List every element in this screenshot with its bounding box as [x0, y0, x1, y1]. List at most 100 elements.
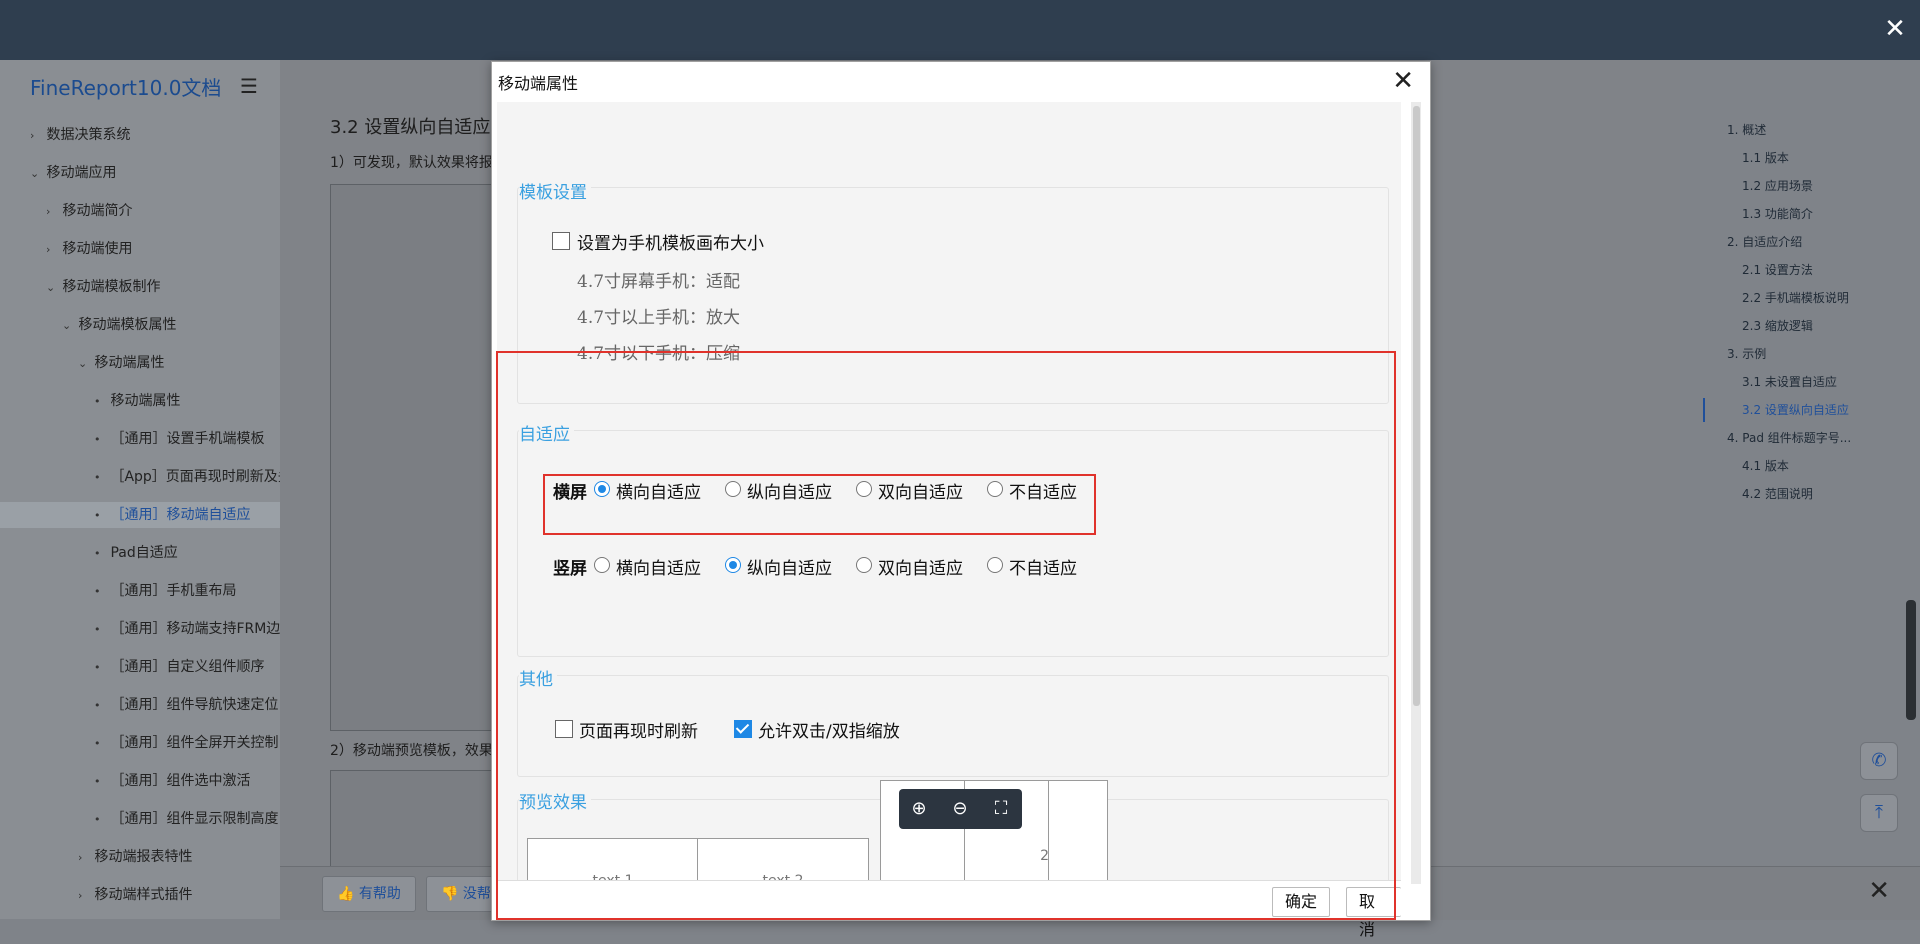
not-helpful-label: 没帮: [462, 886, 491, 902]
menu-icon[interactable]: ☰: [240, 74, 258, 98]
sidebar-item-label: ［通用］移动端自适应: [110, 507, 251, 523]
nav-arrow-icon: •: [94, 775, 101, 788]
toc-item[interactable]: 1.1 版本: [1742, 149, 1789, 166]
sidebar-item-label: ［通用］组件导航快速定位: [110, 697, 279, 713]
phone-icon[interactable]: ✆: [1860, 742, 1898, 780]
zoom-out-icon[interactable]: ⊖: [948, 797, 972, 821]
nav-arrow-icon: ›: [78, 851, 83, 864]
sidebar-item[interactable]: • ［通用］移动端支持FRM边距: [94, 616, 280, 642]
toc-item[interactable]: 3.1 未设置自适应: [1742, 373, 1837, 390]
sidebar-item-label: 移动端模板属性: [78, 317, 177, 333]
sidebar-item-label: 数据决策系统: [46, 127, 131, 143]
sidebar-item-label: 移动端属性: [94, 355, 165, 371]
toc-item[interactable]: 2.1 设置方法: [1742, 261, 1813, 278]
nav-arrow-icon: •: [94, 509, 101, 522]
sidebar-item-label: ［通用］组件全屏开关控制: [110, 735, 279, 751]
sidebar-item-label: Pad自适应: [110, 545, 178, 561]
toc-item[interactable]: 4. Pad 组件标题字号...: [1727, 429, 1851, 446]
back-to-top-icon[interactable]: ⤒: [1860, 794, 1898, 832]
sidebar-item[interactable]: • ［通用］自定义组件顺序: [94, 654, 280, 680]
sidebar-item-label: 移动端模板制作: [62, 279, 161, 295]
toc-item[interactable]: 2.2 手机端模板说明: [1742, 289, 1849, 306]
rule-enlarge: 4.7寸以上手机：放大: [577, 308, 741, 328]
toc-item[interactable]: 2. 自适应介绍: [1727, 233, 1802, 250]
nav-arrow-icon: •: [94, 471, 101, 484]
sidebar-item-label: 移动端应用: [46, 165, 117, 181]
sidebar-item-label: ［通用］组件选中激活: [110, 773, 251, 789]
highlight-portrait-row: [543, 474, 1096, 535]
sidebar-item[interactable]: › 移动端报表特性: [78, 844, 280, 870]
helpful-label: 有帮助: [358, 886, 401, 902]
viewer-top-bar: [0, 0, 1920, 60]
nav-arrow-icon: •: [94, 395, 101, 408]
nav-arrow-icon: •: [94, 661, 101, 674]
dialog-scrollbar-thumb[interactable]: [1413, 106, 1420, 706]
sidebar-item[interactable]: › 移动端使用: [46, 236, 280, 262]
nav-arrow-icon: •: [94, 699, 101, 712]
sidebar-item-label: 移动端简介: [62, 203, 133, 219]
phone-canvas-label: 设置为手机模板画布大小: [577, 234, 764, 254]
doc-paragraph: 2）移动端预览模板，效果: [330, 743, 493, 759]
doc-screenshot[interactable]: [330, 184, 502, 731]
sidebar-item[interactable]: › 移动端简介: [46, 198, 280, 224]
rule-fit: 4.7寸屏幕手机：适配: [577, 272, 741, 292]
thumbs-up-icon: 👍: [337, 886, 355, 902]
close-icon[interactable]: ✕: [1392, 66, 1414, 96]
nav-arrow-icon: ›: [46, 243, 51, 256]
sidebar-item-label: ［通用］手机重布局: [110, 583, 237, 599]
sidebar-item[interactable]: • 移动端属性: [94, 388, 280, 414]
doc-paragraph: 1）可发现，默认效果将报: [330, 155, 493, 171]
sidebar-item[interactable]: • ［App］页面再现时刷新及头: [94, 464, 280, 490]
close-icon[interactable]: ✕: [1868, 876, 1890, 906]
nav-arrow-icon: ⌄: [46, 281, 56, 294]
toc-item[interactable]: 1.2 应用场景: [1742, 177, 1813, 194]
nav-arrow-icon: •: [94, 813, 101, 826]
sidebar-item[interactable]: › 移动端样式插件: [78, 882, 280, 908]
toc-item[interactable]: 3. 示例: [1727, 345, 1766, 362]
sidebar-item[interactable]: ⌄ 移动端应用: [30, 160, 280, 186]
toc-item[interactable]: 4.2 范围说明: [1742, 485, 1813, 502]
sidebar-item-label: 移动端属性: [110, 393, 181, 409]
nav-arrow-icon: ⌄: [62, 319, 72, 332]
page-scrollbar[interactable]: [1906, 600, 1916, 720]
nav-arrow-icon: ⌄: [78, 357, 88, 370]
sidebar-item[interactable]: • ［通用］组件选中激活: [94, 768, 280, 794]
nav-arrow-icon: ›: [78, 889, 83, 902]
toc-item[interactable]: 3.2 设置纵向自适应: [1742, 401, 1849, 418]
sidebar-item[interactable]: • Pad自适应: [94, 540, 280, 566]
image-zoom-toolbar: ⊕ ⊖ ⛶: [899, 789, 1022, 829]
sidebar-item[interactable]: • ［通用］手机重布局: [94, 578, 280, 604]
template-section-title: 模板设置: [519, 178, 591, 203]
sidebar-item[interactable]: • ［通用］组件全屏开关控制: [94, 730, 280, 756]
nav-arrow-icon: ⌄: [30, 167, 40, 180]
toc-item[interactable]: 2.3 缩放逻辑: [1742, 317, 1813, 334]
sidebar-item[interactable]: › 数据决策系统: [30, 122, 280, 148]
toc-item[interactable]: 1. 概述: [1727, 121, 1766, 138]
sidebar-item[interactable]: ⌄ 移动端属性: [78, 350, 280, 376]
zoom-in-icon[interactable]: ⊕: [907, 797, 931, 821]
sidebar-item-label: 移动端使用: [62, 241, 133, 257]
nav-arrow-icon: •: [94, 433, 101, 446]
sidebar-item-label: ［通用］移动端支持FRM边距: [110, 621, 280, 637]
toc-item[interactable]: 4.1 版本: [1742, 457, 1789, 474]
sidebar-item-label: 移动端报表特性: [94, 849, 193, 865]
phone-canvas-checkbox[interactable]: [552, 232, 570, 250]
nav-arrow-icon: •: [94, 737, 101, 750]
sidebar-item[interactable]: ⌄ 移动端模板制作: [46, 274, 280, 300]
sidebar-item[interactable]: ⌄ 移动端模板属性: [62, 312, 280, 338]
sidebar-item[interactable]: • ［通用］组件显示限制高度: [94, 806, 280, 832]
fit-screen-icon[interactable]: ⛶: [989, 797, 1013, 821]
sidebar-item[interactable]: • ［通用］组件导航快速定位: [94, 692, 280, 718]
sidebar-item-label: ［通用］设置手机端模板: [110, 431, 265, 447]
sidebar-item[interactable]: • ［通用］设置手机端模板: [94, 426, 280, 452]
section-heading: 3.2 设置纵向自适应: [330, 117, 491, 138]
nav-arrow-icon: ›: [30, 129, 35, 142]
sidebar-item-label: ［App］页面再现时刷新及头: [110, 469, 280, 485]
brand-title[interactable]: FineReport10.0文档: [30, 72, 221, 101]
close-icon[interactable]: ✕: [1880, 14, 1910, 44]
helpful-button[interactable]: 👍 有帮助: [322, 876, 416, 912]
toc-item[interactable]: 1.3 功能简介: [1742, 205, 1813, 222]
highlight-adaptive-area: [496, 351, 1396, 920]
sidebar-item-label: ［通用］自定义组件顺序: [110, 659, 265, 675]
nav-arrow-icon: ›: [46, 205, 51, 218]
